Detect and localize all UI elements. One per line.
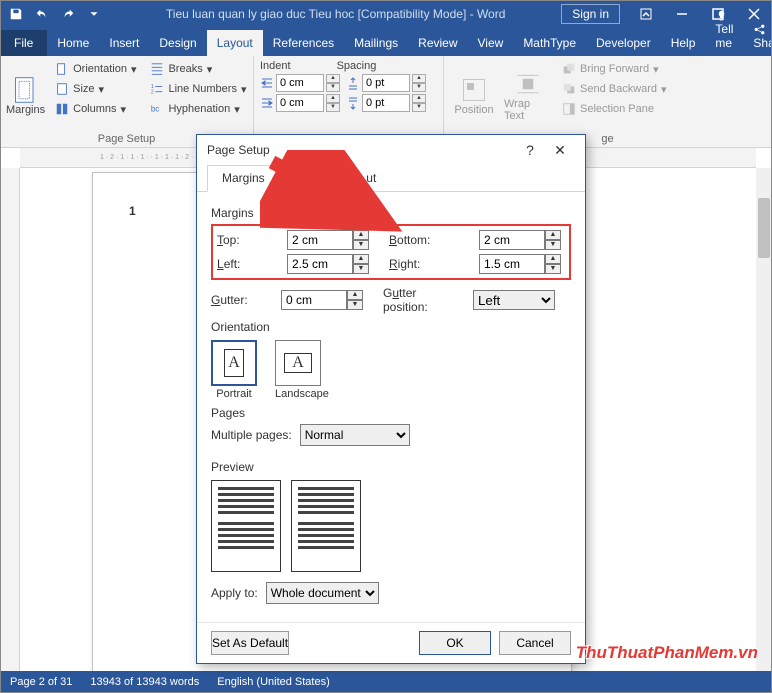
position-button: Position: [450, 60, 498, 131]
status-words[interactable]: 13943 of 13943 words: [90, 676, 199, 688]
ok-button[interactable]: OK: [419, 631, 491, 655]
set-as-default-button[interactable]: Set As Default: [211, 631, 289, 655]
size-button[interactable]: Size ▾: [51, 80, 140, 98]
hyphenation-button[interactable]: bcHyphenation ▾: [146, 100, 250, 118]
ribbon-options-icon[interactable]: [628, 0, 664, 28]
apply-to-label: Apply to:: [211, 586, 258, 600]
save-icon[interactable]: [4, 2, 28, 26]
tab-mathtype[interactable]: MathType: [513, 30, 586, 56]
tab-layout[interactable]: Layout: [207, 30, 263, 56]
status-page[interactable]: Page 2 of 31: [10, 676, 72, 688]
spacing-label: Spacing: [337, 60, 377, 72]
document-title: Tieu luan quan ly giao duc Tieu hoc [Com…: [110, 7, 561, 21]
portrait-icon: A: [211, 340, 257, 386]
line-numbers-button[interactable]: 12Line Numbers ▾: [146, 80, 250, 98]
preview-page-icon: [211, 480, 281, 572]
dialog-titlebar: Page Setup ? ✕: [197, 135, 585, 165]
apply-to-select[interactable]: Whole document: [266, 582, 379, 604]
svg-text:bc: bc: [151, 105, 159, 114]
dialog-tab-margins[interactable]: Margins: [207, 165, 280, 192]
gutter-field[interactable]: ▲▼: [281, 290, 373, 310]
minimize-icon[interactable]: [664, 0, 700, 28]
preview-page-icon: [291, 480, 361, 572]
indent-right-icon: [260, 96, 274, 110]
preview-area: [211, 480, 571, 572]
indent-left-field[interactable]: ▲▼: [260, 74, 340, 92]
tab-references[interactable]: References: [263, 30, 344, 56]
dialog-title: Page Setup: [207, 143, 270, 157]
landscape-option[interactable]: A Landscape: [275, 340, 329, 400]
top-field[interactable]: ▲▼: [287, 230, 379, 250]
right-field[interactable]: ▲▼: [479, 254, 571, 274]
titlebar: Tieu luan quan ly giao duc Tieu hoc [Com…: [0, 0, 772, 28]
indent-right-field[interactable]: ▲▼: [260, 94, 340, 112]
indent-label: Indent: [260, 60, 291, 72]
tab-mailings[interactable]: Mailings: [344, 30, 408, 56]
preview-section-label: Preview: [211, 460, 571, 474]
status-language[interactable]: English (United States): [217, 676, 330, 688]
gutter-label: Gutter:: [211, 293, 271, 307]
margins-button[interactable]: Margins: [6, 60, 45, 131]
cancel-button[interactable]: Cancel: [499, 631, 571, 655]
dialog-tabs: Margins Paper L ut: [197, 165, 585, 192]
dialog-help-icon[interactable]: ?: [515, 142, 545, 158]
indent-left-icon: [260, 76, 274, 90]
svg-text:2: 2: [151, 89, 154, 95]
spacing-before-icon: [346, 76, 360, 90]
top-label: Top:: [217, 233, 277, 247]
tab-developer[interactable]: Developer: [586, 30, 661, 56]
margins-section-label: Margins: [211, 206, 571, 220]
dialog-close-icon[interactable]: ✕: [545, 142, 575, 159]
redo-icon[interactable]: [56, 2, 80, 26]
tab-review[interactable]: Review: [408, 30, 467, 56]
spacing-after-field[interactable]: ▲▼: [346, 94, 426, 112]
right-label: Right:: [389, 257, 469, 271]
selection-pane-button: Selection Pane: [558, 100, 671, 118]
pages-section-label: Pages: [211, 406, 571, 420]
tab-help[interactable]: Help: [661, 30, 706, 56]
vertical-scrollbar[interactable]: [756, 168, 772, 671]
left-field[interactable]: ▲▼: [287, 254, 379, 274]
tab-view[interactable]: View: [468, 30, 514, 56]
columns-button[interactable]: Columns ▾: [51, 100, 140, 118]
vertical-ruler[interactable]: [0, 168, 20, 671]
gutter-position-select[interactable]: Left: [473, 290, 555, 310]
bottom-field[interactable]: ▲▼: [479, 230, 571, 250]
orientation-button[interactable]: Orientation ▾: [51, 60, 140, 78]
dialog-tab-layout[interactable]: L ut: [342, 165, 392, 191]
tab-design[interactable]: Design: [149, 30, 206, 56]
tab-file[interactable]: File: [0, 30, 47, 56]
spacing-after-icon: [346, 96, 360, 110]
share-icon: [753, 22, 769, 36]
send-backward-button: Send Backward ▾: [558, 80, 671, 98]
page-setup-dialog: Page Setup ? ✕ Margins Paper L ut Margin…: [196, 134, 586, 664]
multiple-pages-select[interactable]: Normal: [300, 424, 410, 446]
gutter-position-label: Gutter position:: [383, 286, 463, 314]
bring-forward-button: Bring Forward ▾: [558, 60, 671, 78]
statusbar: Page 2 of 31 13943 of 13943 words Englis…: [0, 671, 772, 693]
scrollbar-thumb[interactable]: [758, 198, 770, 258]
ribbon-tabbar: File Home Insert Design Layout Reference…: [0, 28, 772, 56]
left-label: Left:: [217, 257, 277, 271]
qat-dropdown-icon[interactable]: [82, 2, 106, 26]
tab-insert[interactable]: Insert: [99, 30, 149, 56]
share-button[interactable]: Share: [743, 16, 772, 56]
bottom-label: Bottom:: [389, 233, 469, 247]
sign-in-button[interactable]: Sign in: [561, 4, 620, 24]
orientation-section-label: Orientation: [211, 320, 571, 334]
spacing-before-field[interactable]: ▲▼: [346, 74, 426, 92]
portrait-option[interactable]: A Portrait: [211, 340, 257, 400]
margins-highlight: Top: ▲▼ Bottom: ▲▼ Left: ▲▼ Right: ▲▼: [211, 224, 571, 280]
breaks-button[interactable]: Breaks ▾: [146, 60, 250, 78]
wrap-text-button: Wrap Text: [504, 60, 552, 131]
landscape-icon: A: [275, 340, 321, 386]
multiple-pages-label: Multiple pages:: [211, 428, 292, 442]
undo-icon[interactable]: [30, 2, 54, 26]
tab-home[interactable]: Home: [47, 30, 99, 56]
tab-tellme[interactable]: Tell me: [705, 2, 743, 56]
quick-access-toolbar: [0, 2, 110, 26]
lightbulb-icon: [715, 8, 731, 22]
dialog-tab-paper[interactable]: Paper: [280, 165, 342, 191]
